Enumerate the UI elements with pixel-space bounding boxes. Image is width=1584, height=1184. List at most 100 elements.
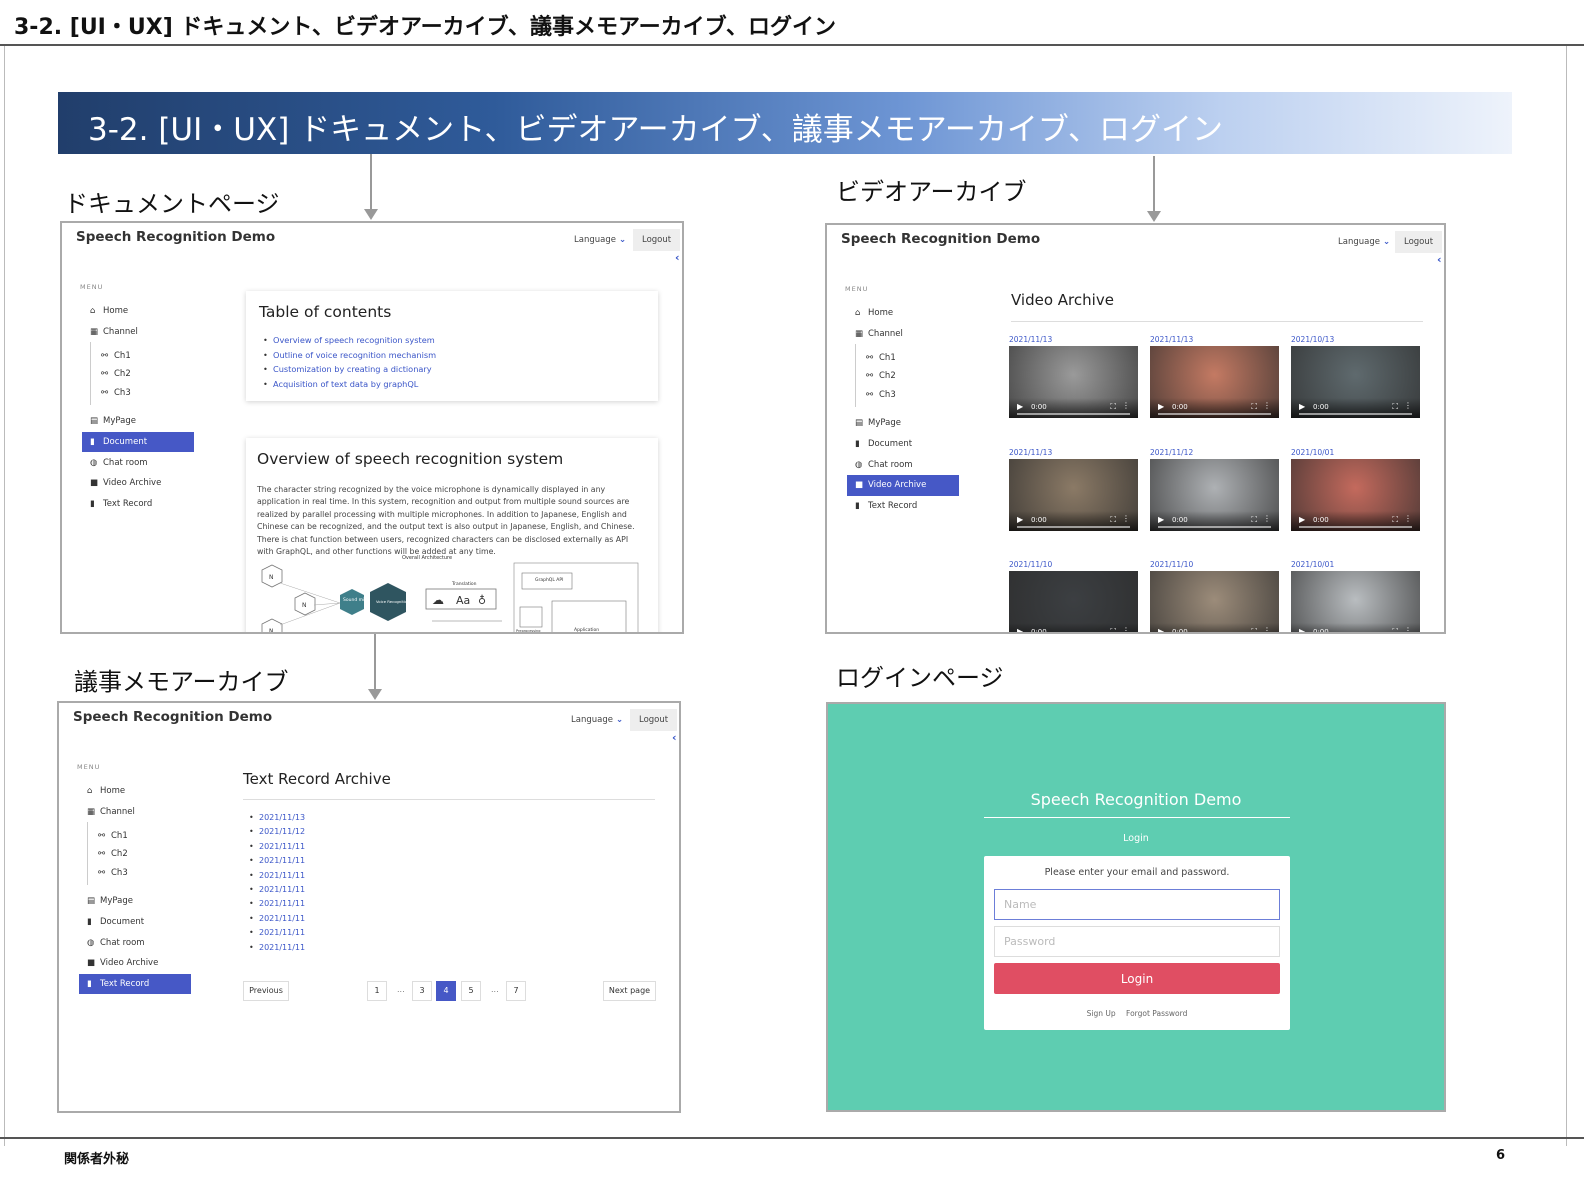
previous-page-button[interactable]: Previous (243, 981, 289, 1001)
toc-link[interactable]: Customization by creating a dictionary (259, 364, 645, 379)
sidebar-item-ch1[interactable]: ⚯ Ch1 (88, 826, 191, 845)
sidebar-item-ch3[interactable]: ⚯ Ch3 (91, 383, 194, 402)
more-options-icon[interactable]: ⋮ (1263, 626, 1271, 632)
more-options-icon[interactable]: ⋮ (1263, 401, 1271, 410)
sidebar-item-ch3[interactable]: ⚯ Ch3 (88, 863, 191, 882)
more-options-icon[interactable]: ⋮ (1122, 626, 1130, 632)
sidebar-item-ch2[interactable]: ⚯ Ch2 (88, 845, 191, 864)
toc-link[interactable]: Acquisition of text data by graphQL (259, 379, 645, 394)
page-button[interactable]: 7 (506, 981, 526, 1001)
collapse-sidebar-icon[interactable]: ‹ (672, 731, 677, 744)
page-button[interactable]: 3 (412, 981, 432, 1001)
play-icon[interactable]: ▶ (1299, 515, 1305, 524)
toc-link[interactable]: Overview of speech recognition system (259, 335, 645, 350)
progress-bar[interactable] (1299, 413, 1412, 415)
sidebar-item-channel[interactable]: ▦ Channel (79, 802, 191, 823)
sidebar-item-chatroom[interactable]: ◍ Chat room (82, 452, 194, 473)
sidebar-item-video-archive[interactable]: ■ Video Archive (847, 474, 959, 496)
language-dropdown[interactable]: Language ⌄ (571, 715, 623, 725)
sidebar-item-mypage[interactable]: ▤ MyPage (79, 891, 191, 912)
logout-button[interactable]: Logout (1395, 231, 1443, 253)
sidebar-item-text-record[interactable]: ▮ Text Record (82, 494, 194, 515)
sidebar-item-channel[interactable]: ▦ Channel (847, 324, 959, 345)
language-dropdown[interactable]: Language ⌄ (574, 235, 626, 245)
video-player[interactable]: ▶ 0:00 ⛶ ⋮ (1009, 459, 1138, 531)
sidebar-item-document[interactable]: ▮ Document (79, 912, 191, 933)
more-options-icon[interactable]: ⋮ (1122, 401, 1130, 410)
play-icon[interactable]: ▶ (1158, 515, 1164, 524)
progress-bar[interactable] (1017, 413, 1130, 415)
more-options-icon[interactable]: ⋮ (1263, 514, 1271, 523)
record-link[interactable]: 2021/11/13 (245, 813, 305, 827)
sidebar-item-ch2[interactable]: ⚯ Ch2 (856, 367, 959, 386)
progress-bar[interactable] (1158, 413, 1271, 415)
record-link[interactable]: 2021/11/12 (245, 827, 305, 841)
sign-up-link[interactable]: Sign Up (1087, 1009, 1116, 1018)
video-player[interactable]: ▶ 0:00 ⛶ ⋮ (1150, 346, 1279, 418)
play-icon[interactable]: ▶ (1017, 402, 1023, 411)
play-icon[interactable]: ▶ (1017, 515, 1023, 524)
video-player[interactable]: ▶ 0:00 ⛶ ⋮ (1009, 346, 1138, 418)
video-player[interactable]: ▶ 0:00 ⛶ ⋮ (1291, 571, 1420, 632)
login-button[interactable]: Login (994, 963, 1280, 994)
sidebar-item-channel[interactable]: ▦ Channel (82, 322, 194, 343)
more-options-icon[interactable]: ⋮ (1404, 514, 1412, 523)
fullscreen-icon[interactable]: ⛶ (1110, 627, 1116, 632)
play-icon[interactable]: ▶ (1158, 627, 1164, 632)
more-options-icon[interactable]: ⋮ (1404, 626, 1412, 632)
toc-link[interactable]: Outline of voice recognition mechanism (259, 350, 645, 365)
sidebar-item-chatroom[interactable]: ◍ Chat room (79, 932, 191, 953)
page-button[interactable]: 5 (461, 981, 481, 1001)
video-player[interactable]: ▶ 0:00 ⛶ ⋮ (1150, 571, 1279, 632)
name-input[interactable] (994, 889, 1280, 920)
record-link[interactable]: 2021/11/11 (245, 943, 305, 957)
progress-bar[interactable] (1299, 526, 1412, 528)
video-player[interactable]: ▶ 0:00 ⛶ ⋮ (1291, 459, 1420, 531)
fullscreen-icon[interactable]: ⛶ (1110, 402, 1116, 412)
collapse-sidebar-icon[interactable]: ‹ (675, 251, 680, 264)
page-button[interactable]: 1 (367, 981, 387, 1001)
record-link[interactable]: 2021/11/11 (245, 842, 305, 856)
play-icon[interactable]: ▶ (1017, 627, 1023, 632)
video-player[interactable]: ▶ 0:00 ⛶ ⋮ (1009, 571, 1138, 632)
record-link[interactable]: 2021/11/11 (245, 856, 305, 870)
fullscreen-icon[interactable]: ⛶ (1392, 402, 1398, 412)
sidebar-item-mypage[interactable]: ▤ MyPage (847, 413, 959, 434)
sidebar-item-video-archive[interactable]: ■ Video Archive (79, 953, 191, 974)
password-input[interactable] (994, 926, 1280, 957)
sidebar-item-home[interactable]: ⌂ Home (847, 303, 959, 324)
sidebar-item-ch1[interactable]: ⚯ Ch1 (91, 346, 194, 365)
more-options-icon[interactable]: ⋮ (1122, 514, 1130, 523)
more-options-icon[interactable]: ⋮ (1404, 401, 1412, 410)
sidebar-item-ch3[interactable]: ⚯ Ch3 (856, 385, 959, 404)
fullscreen-icon[interactable]: ⛶ (1251, 627, 1257, 632)
sidebar-item-chatroom[interactable]: ◍ Chat room (847, 454, 959, 475)
sidebar-item-document[interactable]: ▮ Document (82, 431, 194, 453)
progress-bar[interactable] (1017, 526, 1130, 528)
collapse-sidebar-icon[interactable]: ‹ (1437, 253, 1442, 266)
play-icon[interactable]: ▶ (1299, 402, 1305, 411)
record-link[interactable]: 2021/11/11 (245, 871, 305, 885)
record-link[interactable]: 2021/11/11 (245, 885, 305, 899)
page-button-current[interactable]: 4 (436, 981, 456, 1001)
record-link[interactable]: 2021/11/11 (245, 914, 305, 928)
logout-button[interactable]: Logout (633, 229, 681, 251)
video-player[interactable]: ▶ 0:00 ⛶ ⋮ (1291, 346, 1420, 418)
fullscreen-icon[interactable]: ⛶ (1110, 515, 1116, 525)
forgot-password-link[interactable]: Forgot Password (1126, 1009, 1187, 1018)
sidebar-item-home[interactable]: ⌂ Home (82, 301, 194, 322)
fullscreen-icon[interactable]: ⛶ (1251, 402, 1257, 412)
sidebar-item-ch1[interactable]: ⚯ Ch1 (856, 348, 959, 367)
next-page-button[interactable]: Next page (603, 981, 656, 1001)
sidebar-item-ch2[interactable]: ⚯ Ch2 (91, 365, 194, 384)
logout-button[interactable]: Logout (630, 709, 678, 731)
play-icon[interactable]: ▶ (1299, 627, 1305, 632)
fullscreen-icon[interactable]: ⛶ (1251, 515, 1257, 525)
record-link[interactable]: 2021/11/11 (245, 928, 305, 942)
sidebar-item-text-record[interactable]: ▮ Text Record (79, 973, 191, 995)
progress-bar[interactable] (1158, 526, 1271, 528)
play-icon[interactable]: ▶ (1158, 402, 1164, 411)
sidebar-item-mypage[interactable]: ▤ MyPage (82, 411, 194, 432)
sidebar-item-home[interactable]: ⌂ Home (79, 781, 191, 802)
language-dropdown[interactable]: Language ⌄ (1338, 237, 1390, 247)
